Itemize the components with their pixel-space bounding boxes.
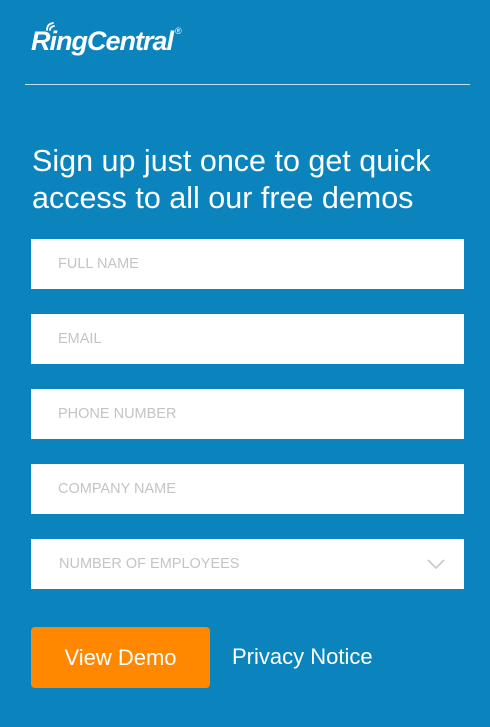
email-input[interactable] [31, 314, 464, 364]
employees-select-label: NUMBER OF EMPLOYEES [59, 556, 240, 572]
phone-number-input[interactable] [31, 389, 464, 439]
page-headline: Sign up just once to get quick access to… [32, 144, 431, 215]
signal-icon [46, 22, 55, 31]
ringcentral-logo: RingCentral ® [31, 22, 182, 58]
chevron-down-icon [427, 559, 445, 569]
employees-select[interactable]: NUMBER OF EMPLOYEES [31, 539, 464, 589]
header-divider [25, 84, 470, 85]
company-name-input[interactable] [31, 464, 464, 514]
view-demo-button[interactable]: View Demo [31, 627, 210, 688]
full-name-input[interactable] [31, 239, 464, 289]
registered-mark: ® [175, 26, 182, 36]
privacy-notice-link[interactable]: Privacy Notice [232, 643, 373, 671]
